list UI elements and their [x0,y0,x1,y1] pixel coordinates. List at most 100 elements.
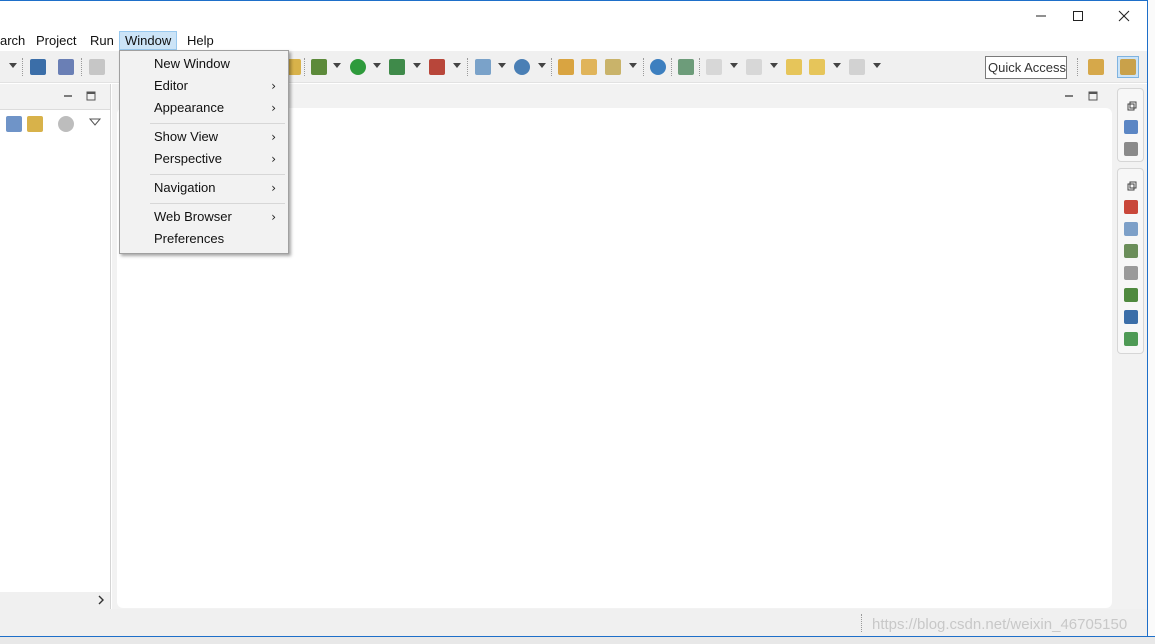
task-list-icon[interactable] [1124,142,1138,156]
new-service-icon[interactable] [514,59,530,75]
minimize-view-icon[interactable] [63,91,73,101]
console-icon[interactable] [1124,310,1138,324]
minimize-icon [1036,15,1046,17]
previous-annotation-icon[interactable] [746,59,762,75]
web-browser-icon[interactable] [650,59,666,75]
menu-item-web-browser[interactable]: Web Browser › [122,206,286,228]
maximize-view-icon[interactable] [86,91,96,101]
menu-item-new-window[interactable]: New Window [122,53,286,75]
toolbar-separator [671,58,672,76]
dropdown-arrow-icon[interactable] [9,63,17,68]
dropdown-arrow-icon[interactable] [413,63,421,68]
resume-icon[interactable] [89,59,105,75]
back-icon[interactable] [809,59,825,75]
open-task-icon[interactable] [605,59,621,75]
status-bar: https://blog.csdn.net/weixin_46705150 [0,609,1147,636]
menu-item-perspective[interactable]: Perspective › [122,148,286,170]
dropdown-arrow-icon[interactable] [333,63,341,68]
collapse-all-icon[interactable] [6,116,22,132]
window-menu-dropdown: New Window Editor › Appearance › Show Vi… [119,50,289,254]
submenu-arrow-icon: › [271,79,276,93]
external-tools-icon[interactable] [429,59,445,75]
open-perspective-button[interactable] [1085,56,1107,78]
close-button[interactable] [1101,1,1147,31]
snippets-icon[interactable] [1124,288,1138,302]
submenu-arrow-icon: › [271,101,276,115]
toolbar-separator [304,58,305,76]
restore-icon[interactable] [1127,101,1137,111]
toolbar-separator [81,58,82,76]
perspective-icon [1120,59,1136,75]
menu-item-appearance[interactable]: Appearance › [122,97,286,119]
toolbar-separator [22,58,23,76]
dropdown-arrow-icon[interactable] [538,63,546,68]
menu-item-label: New Window [154,56,230,71]
open-type-icon[interactable] [558,59,574,75]
last-edit-icon[interactable] [786,59,802,75]
eclipse-window: arch Project Run Window Help Quick Acces… [0,0,1155,644]
quick-access-field[interactable]: Quick Access [985,56,1067,79]
trim-stack-top [1117,88,1144,162]
menu-run[interactable]: Run [85,31,119,50]
console-icon[interactable] [30,59,46,75]
submenu-arrow-icon: › [271,152,276,166]
menu-separator [150,203,285,204]
menu-item-label: Preferences [154,231,225,246]
dropdown-arrow-icon[interactable] [629,63,637,68]
dropdown-arrow-icon[interactable] [873,63,881,68]
taskbar-edge [0,636,1155,644]
filter-icon[interactable] [58,116,74,132]
background-window-edge [1147,0,1155,644]
title-bar [0,0,1147,30]
menu-item-label: Editor [154,78,188,93]
dropdown-arrow-icon[interactable] [453,63,461,68]
servers-icon[interactable] [1124,244,1138,258]
link-with-editor-icon[interactable] [27,116,43,132]
progress-icon[interactable] [1124,332,1138,346]
skip-breakpoints-icon[interactable] [58,59,74,75]
dropdown-arrow-icon[interactable] [770,63,778,68]
menu-item-editor[interactable]: Editor › [122,75,286,97]
properties-icon[interactable] [1124,222,1138,236]
run-icon[interactable] [350,59,366,75]
menu-item-preferences[interactable]: Preferences [122,228,286,250]
dropdown-arrow-icon[interactable] [833,63,841,68]
submenu-arrow-icon: › [271,210,276,224]
dropdown-arrow-icon[interactable] [373,63,381,68]
search-icon[interactable] [678,59,694,75]
menu-separator [150,174,285,175]
close-icon [1118,10,1130,22]
next-annotation-icon[interactable] [706,59,722,75]
menu-item-show-view[interactable]: Show View › [122,126,286,148]
open-folder-icon[interactable] [581,59,597,75]
menu-item-label: Web Browser [154,209,232,224]
menu-item-navigation[interactable]: Navigation › [122,177,286,199]
toolbar-separator [643,58,644,76]
menu-help[interactable]: Help [182,31,219,50]
minimize-editor-icon[interactable] [1064,91,1074,101]
forward-icon[interactable] [849,59,865,75]
toolbar-separator [699,58,700,76]
menu-window[interactable]: Window [119,31,178,50]
data-source-icon[interactable] [1124,266,1138,280]
menu-item-label: Perspective [154,151,222,166]
scroll-right-icon[interactable] [97,595,105,605]
maximize-editor-icon[interactable] [1088,91,1098,101]
quick-access-placeholder: Quick Access [988,60,1067,75]
open-perspective-icon [1088,59,1104,75]
menu-project[interactable]: Project [31,31,81,50]
dropdown-arrow-icon[interactable] [730,63,738,68]
java-ee-perspective-button[interactable] [1117,56,1139,78]
outline-icon[interactable] [1124,120,1138,134]
debug-icon[interactable] [311,59,327,75]
horizontal-scrollbar[interactable] [0,592,110,609]
markers-icon[interactable] [1124,200,1138,214]
maximize-button[interactable] [1055,1,1101,31]
new-server-icon[interactable] [475,59,491,75]
dropdown-arrow-icon[interactable] [498,63,506,68]
restore-icon[interactable] [1127,181,1137,191]
coverage-icon[interactable] [389,59,405,75]
left-view-panel [0,84,111,609]
view-menu-icon[interactable] [89,118,101,126]
menu-search[interactable]: arch [0,31,30,50]
